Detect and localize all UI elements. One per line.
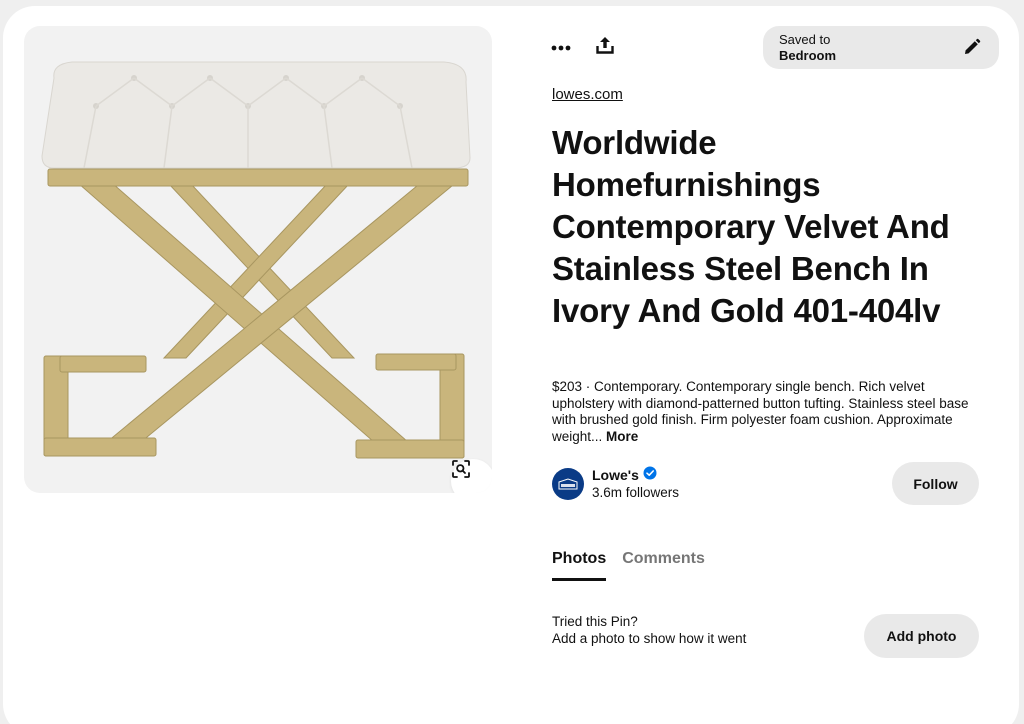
tab-photos[interactable]: Photos (552, 550, 607, 581)
avatar[interactable] (552, 467, 584, 500)
follow-button[interactable]: Follow (892, 462, 979, 505)
tried-question: Tried this Pin? (552, 614, 638, 629)
creator-info[interactable]: Lowe's 3.6m followers (552, 466, 679, 501)
saved-board-name: Bedroom (779, 48, 837, 63)
saved-to-board-button[interactable]: Saved to Bedroom (763, 26, 999, 69)
bench-illustration (41, 61, 471, 459)
ellipsis-icon (551, 38, 571, 56)
add-photo-button[interactable]: Add photo (864, 614, 979, 658)
more-options-button[interactable] (548, 34, 574, 60)
pin-description: $203 · Contemporary. Contemporary single… (552, 379, 982, 445)
source-link[interactable]: lowes.com (552, 86, 623, 103)
pencil-icon (963, 38, 981, 61)
share-button[interactable] (592, 34, 618, 60)
follower-count: 3.6m followers (592, 485, 680, 500)
pin-actions (548, 34, 618, 60)
tab-comments[interactable]: Comments (622, 550, 705, 581)
tried-prompt: Add a photo to show how it went (552, 631, 747, 646)
more-link[interactable]: More (606, 429, 638, 444)
pin-tabs: Photos Comments (552, 550, 705, 581)
creator-name[interactable]: Lowe's (592, 467, 639, 484)
visual-search-button[interactable] (451, 459, 492, 493)
saved-to-label: Saved to (779, 32, 831, 47)
share-upload-icon (595, 35, 615, 60)
pin-image[interactable] (24, 26, 492, 493)
creator-name-row: Lowe's (592, 466, 679, 484)
lowes-logo-icon (558, 477, 578, 489)
verified-badge-icon (643, 466, 657, 484)
tried-this-pin: Tried this Pin? Add a photo to show how … (552, 613, 746, 647)
pin-title: Worldwide Homefurnishings Contemporary V… (552, 124, 950, 329)
